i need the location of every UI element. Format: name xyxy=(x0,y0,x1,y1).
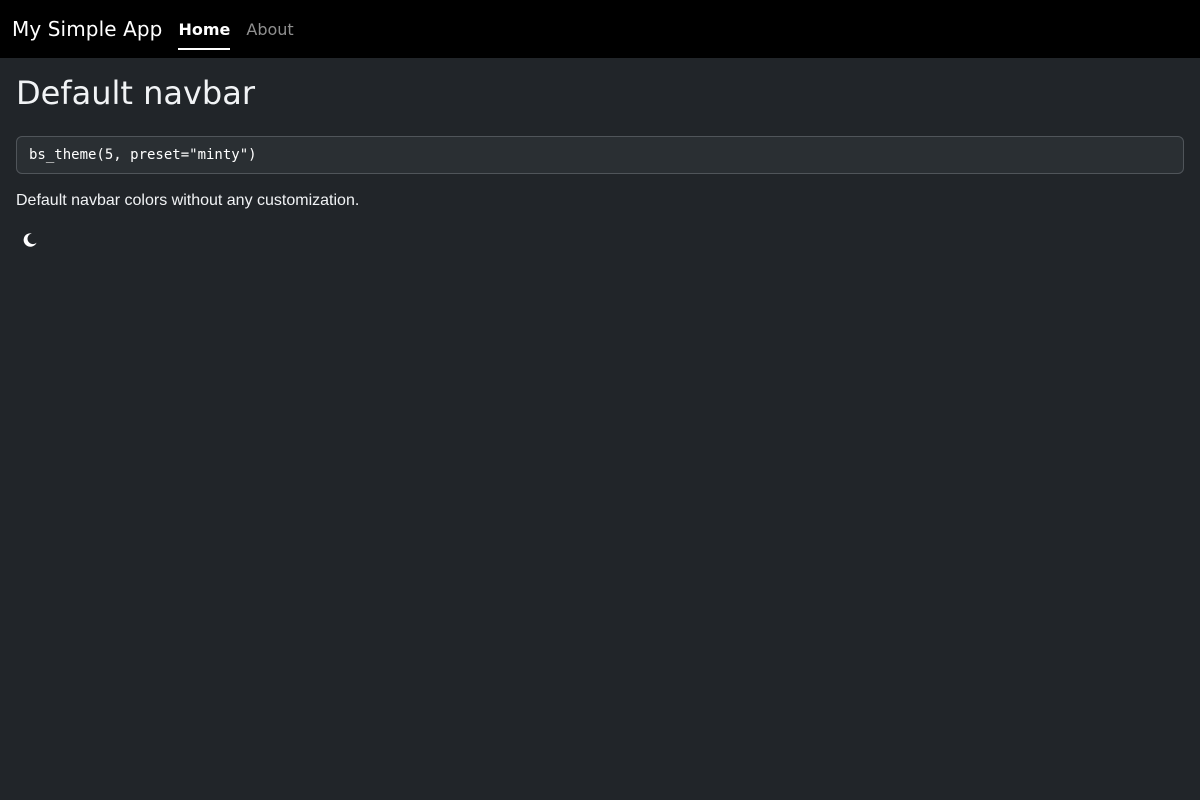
nav-item-about[interactable]: About xyxy=(246,0,293,58)
main-content: Default navbar bs_theme(5, preset="minty… xyxy=(0,74,1200,256)
brand[interactable]: My Simple App xyxy=(12,17,162,41)
dark-mode-toggle[interactable] xyxy=(16,228,44,256)
navbar: My Simple App Home About xyxy=(0,0,1200,58)
code-block: bs_theme(5, preset="minty") xyxy=(16,136,1184,174)
description: Default navbar colors without any custom… xyxy=(16,192,360,209)
nav-links: Home About xyxy=(178,0,309,58)
moon-icon xyxy=(21,231,39,254)
nav-item-home[interactable]: Home xyxy=(178,0,230,58)
page-title: Default navbar xyxy=(16,74,255,112)
